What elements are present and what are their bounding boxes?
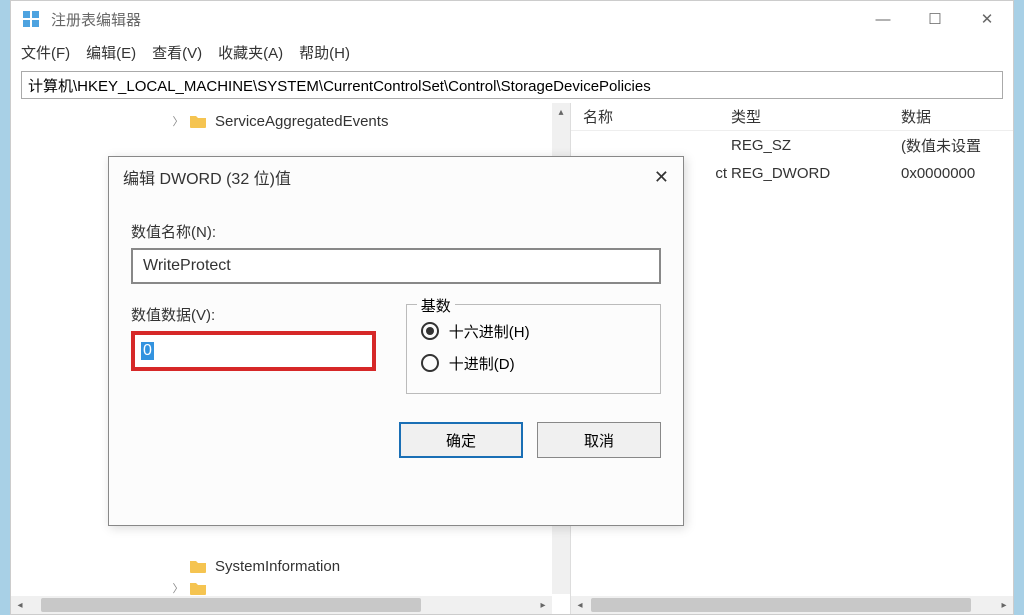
value-data-label: 数值数据(V):: [131, 304, 376, 325]
menubar: 文件(F) 编辑(E) 查看(V) 收藏夹(A) 帮助(H): [11, 37, 1013, 67]
window-controls: — ☐ ✕: [857, 1, 1013, 37]
scroll-left-icon[interactable]: ◂: [571, 600, 589, 611]
list-hscrollbar[interactable]: ◂ ▸: [571, 596, 1013, 614]
scroll-thumb[interactable]: [591, 598, 971, 612]
tree-list: 〉 ServiceAggregatedEvents: [11, 103, 570, 135]
window-title: 注册表编辑器: [51, 9, 857, 30]
scroll-left-icon[interactable]: ◂: [11, 600, 29, 611]
tree-item[interactable]: 〉 ServiceAggregatedEvents: [11, 107, 570, 135]
tree-item-label: ServiceAggregatedEvents: [215, 113, 388, 130]
regedit-icon: [21, 9, 41, 29]
dialog-buttons: 确定 取消: [109, 404, 683, 476]
folder-icon: [189, 580, 207, 596]
list-cell-data: (数值未设置: [901, 135, 1013, 156]
base-legend: 基数: [417, 295, 455, 316]
tree-item-label: SystemInformation: [215, 558, 340, 575]
radio-dec-label: 十进制(D): [449, 353, 515, 374]
scroll-up-icon[interactable]: ▴: [552, 103, 570, 121]
tree-bottom-items: SystemInformation 〉: [11, 552, 552, 596]
ok-button[interactable]: 确定: [399, 422, 523, 458]
list-row[interactable]: REG_SZ (数值未设置: [571, 131, 1013, 159]
radio-dec[interactable]: 十进制(D): [421, 347, 646, 379]
dialog-title: 编辑 DWORD (32 位)值: [123, 165, 654, 189]
radio-icon: [421, 322, 439, 340]
tree-item[interactable]: SystemInformation: [11, 552, 552, 580]
tree-item-partial[interactable]: 〉: [11, 580, 552, 596]
list-header: 名称 类型 数据: [571, 103, 1013, 131]
scroll-thumb[interactable]: [41, 598, 421, 612]
col-header-type[interactable]: 类型: [731, 106, 901, 127]
dialog-titlebar: 编辑 DWORD (32 位)值 ✕: [109, 157, 683, 197]
expand-icon[interactable]: 〉: [171, 113, 185, 129]
menu-help[interactable]: 帮助(H): [299, 42, 350, 63]
base-fieldset: 基数 十六进制(H) 十进制(D): [406, 304, 661, 394]
list-cell-type: REG_DWORD: [731, 165, 901, 182]
list-cell-data: 0x0000000: [901, 165, 1013, 182]
cancel-button[interactable]: 取消: [537, 422, 661, 458]
menu-file[interactable]: 文件(F): [21, 42, 70, 63]
address-text: 计算机\HKEY_LOCAL_MACHINE\SYSTEM\CurrentCon…: [28, 75, 651, 96]
list-cell-type: REG_SZ: [731, 137, 901, 154]
menu-view[interactable]: 查看(V): [152, 42, 202, 63]
dialog-body: 数值名称(N): 数值数据(V): 0 基数 十六进制(H) 十进制(D): [109, 197, 683, 404]
radio-hex-label: 十六进制(H): [449, 321, 530, 342]
menu-edit[interactable]: 编辑(E): [86, 42, 136, 63]
folder-icon: [189, 558, 207, 574]
value-name-label: 数值名称(N):: [131, 221, 661, 242]
minimize-button[interactable]: —: [857, 1, 909, 37]
maximize-button[interactable]: ☐: [909, 1, 961, 37]
expand-icon[interactable]: 〉: [171, 580, 185, 596]
col-header-data[interactable]: 数据: [901, 106, 1013, 127]
expand-icon[interactable]: [171, 560, 185, 572]
col-header-name[interactable]: 名称: [571, 106, 731, 127]
scroll-right-icon[interactable]: ▸: [995, 600, 1013, 611]
tree-hscrollbar[interactable]: ◂ ▸: [11, 596, 552, 614]
dialog-close-button[interactable]: ✕: [654, 167, 669, 188]
titlebar: 注册表编辑器 — ☐ ✕: [11, 1, 1013, 37]
folder-icon: [189, 113, 207, 129]
value-name-input[interactable]: [131, 248, 661, 284]
value-data-input[interactable]: 0: [141, 342, 154, 360]
radio-icon: [421, 354, 439, 372]
menu-favorites[interactable]: 收藏夹(A): [218, 42, 283, 63]
scroll-right-icon[interactable]: ▸: [534, 600, 552, 611]
value-data-input-highlight: 0: [131, 331, 376, 371]
close-button[interactable]: ✕: [961, 1, 1013, 37]
radio-hex[interactable]: 十六进制(H): [421, 315, 646, 347]
edit-dword-dialog: 编辑 DWORD (32 位)值 ✕ 数值名称(N): 数值数据(V): 0 基…: [108, 156, 684, 526]
address-bar[interactable]: 计算机\HKEY_LOCAL_MACHINE\SYSTEM\CurrentCon…: [21, 71, 1003, 99]
